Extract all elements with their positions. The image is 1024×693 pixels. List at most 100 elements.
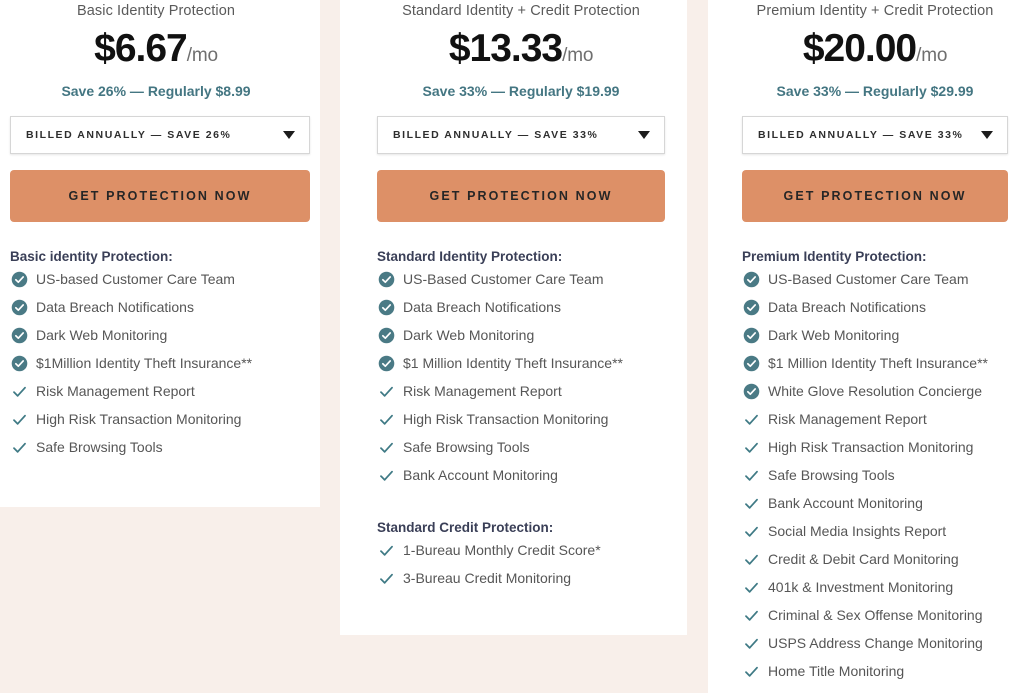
plan-card: Premium Identity + Credit Protection $20.… <box>708 0 1024 693</box>
plan-name: Premium Identity + Credit Protection <box>756 3 994 19</box>
check-icon <box>742 607 760 625</box>
feature-item: Dark Web Monitoring <box>742 322 1008 350</box>
plan-name: Basic Identity Protection <box>76 3 236 19</box>
feature-label: US-Based Customer Care Team <box>403 271 604 288</box>
check-icon <box>377 570 395 588</box>
check-circle-filled-icon <box>10 299 28 317</box>
check-circle-filled-icon <box>377 355 395 373</box>
check-icon <box>742 635 760 653</box>
feature-label: US-Based Customer Care Team <box>768 271 969 288</box>
feature-item: Data Breach Notifications <box>10 294 310 322</box>
cta-label: GET PROTECTION NOW <box>68 188 252 203</box>
billing-frequency-select[interactable]: BILLED ANNUALLY — SAVE 33% <box>377 115 665 154</box>
check-icon <box>742 523 760 541</box>
plan-card: Basic Identity Protection $6.67/mo Save 26… <box>0 0 320 507</box>
feature-label: 401k & Investment Monitoring <box>768 579 954 596</box>
feature-item: Data Breach Notifications <box>377 294 665 322</box>
feature-item: 1-Bureau Monthly Credit Score* <box>377 537 665 565</box>
plan-name: Standard Identity + Credit Protection <box>402 3 640 19</box>
billing-frequency-select[interactable]: BILLED ANNUALLY — SAVE 33% <box>742 115 1008 154</box>
save-note: Save 33% — Regularly $19.99 <box>422 82 620 99</box>
feature-item: Data Breach Notifications <box>742 294 1008 322</box>
billing-frequency-value: BILLED ANNUALLY — SAVE 26% <box>26 128 232 141</box>
feature-label: Risk Management Report <box>403 383 562 400</box>
price-amount: $13.33 <box>448 26 563 70</box>
check-circle-filled-icon <box>377 327 395 345</box>
feature-label: High Risk Transaction Monitoring <box>36 411 242 428</box>
check-icon <box>742 495 760 513</box>
check-icon <box>742 663 760 681</box>
feature-label: USPS Address Change Monitoring <box>768 635 983 652</box>
get-protection-now-button[interactable]: GET PROTECTION NOW <box>377 169 665 222</box>
feature-item: High Risk Transaction Monitoring <box>10 406 310 434</box>
feature-label: Dark Web Monitoring <box>768 327 900 344</box>
plan-price: $20.00/mo <box>742 27 1008 71</box>
feature-label: Risk Management Report <box>36 383 195 400</box>
feature-item: Risk Management Report <box>10 378 310 406</box>
check-icon <box>377 383 395 401</box>
feature-label: White Glove Resolution Concierge <box>768 383 982 400</box>
check-icon <box>377 411 395 429</box>
check-icon <box>10 439 28 457</box>
billing-frequency-select[interactable]: BILLED ANNUALLY — SAVE 26% <box>10 115 310 154</box>
feature-label: $1 Million Identity Theft Insurance** <box>768 355 988 372</box>
feature-item: High Risk Transaction Monitoring <box>377 406 665 434</box>
feature-label: Home Title Monitoring <box>768 663 905 680</box>
feature-label: $1Million Identity Theft Insurance** <box>36 355 253 372</box>
feature-label: Safe Browsing Tools <box>403 439 530 456</box>
get-protection-now-button[interactable]: GET PROTECTION NOW <box>742 169 1008 222</box>
check-circle-filled-icon <box>742 271 760 289</box>
save-note: Save 33% — Regularly $29.99 <box>776 82 974 99</box>
billing-frequency-value: BILLED ANNUALLY — SAVE 33% <box>393 128 599 141</box>
feature-item: Home Title Monitoring <box>742 658 1008 686</box>
feature-item: Dark Web Monitoring <box>377 322 665 350</box>
feature-item: White Glove Resolution Concierge <box>742 378 1008 406</box>
chevron-down-icon <box>283 130 295 139</box>
pricing-plans-container: Basic Identity Protection $6.67/mo Save 26… <box>0 0 1024 693</box>
plan-price: $13.33/mo <box>377 27 665 71</box>
feature-label: $1 Million Identity Theft Insurance** <box>403 355 623 372</box>
feature-item: USPS Address Change Monitoring <box>742 630 1008 658</box>
check-circle-filled-icon <box>377 271 395 289</box>
feature-item: Safe Browsing Tools <box>10 434 310 462</box>
chevron-down-icon <box>981 130 993 139</box>
price-period: /mo <box>186 44 218 66</box>
check-circle-filled-icon <box>742 383 760 401</box>
feature-item: US-Based Customer Care Team <box>742 266 1008 294</box>
feature-group-title: Premium Identity Protection: <box>742 248 927 264</box>
check-circle-filled-icon <box>377 299 395 317</box>
pricing-page: Basic Identity Protection $6.67/mo Save 26… <box>0 0 1024 693</box>
check-circle-filled-icon <box>10 327 28 345</box>
check-icon <box>742 467 760 485</box>
cta-label: GET PROTECTION NOW <box>429 188 613 203</box>
feature-label: Criminal & Sex Offense Monitoring <box>768 607 983 624</box>
feature-list: US-Based Customer Care Team Data Breach N… <box>377 266 665 490</box>
feature-list: 1-Bureau Monthly Credit Score* 3-Bureau C… <box>377 537 665 593</box>
feature-item: Bank Account Monitoring <box>742 490 1008 518</box>
save-note: Save 26% — Regularly $8.99 <box>61 82 251 99</box>
plan-card-inner: Premium Identity + Credit Protection $20.… <box>708 0 1024 686</box>
cta-label: GET PROTECTION NOW <box>783 188 967 203</box>
check-circle-filled-icon <box>742 299 760 317</box>
feature-item: 3-Bureau Credit Monitoring <box>377 565 665 593</box>
feature-label: High Risk Transaction Monitoring <box>768 439 974 456</box>
feature-item: High Risk Transaction Monitoring <box>742 434 1008 462</box>
check-icon <box>377 439 395 457</box>
check-icon <box>742 579 760 597</box>
check-icon <box>377 467 395 485</box>
feature-item: $1 Million Identity Theft Insurance** <box>377 350 665 378</box>
feature-group-title: Standard Credit Protection: <box>377 519 554 535</box>
price-amount: $6.67 <box>94 26 188 70</box>
feature-label: US-based Customer Care Team <box>36 271 235 288</box>
plan-card-inner: Basic Identity Protection $6.67/mo Save 26… <box>0 0 320 462</box>
check-icon <box>742 439 760 457</box>
check-icon <box>10 411 28 429</box>
get-protection-now-button[interactable]: GET PROTECTION NOW <box>10 169 310 222</box>
feature-group-title: Basic identity Protection: <box>10 248 173 264</box>
price-period: /mo <box>562 44 594 66</box>
feature-label: Dark Web Monitoring <box>403 327 535 344</box>
feature-item: Safe Browsing Tools <box>742 462 1008 490</box>
check-circle-filled-icon <box>10 271 28 289</box>
feature-list: US-based Customer Care Team Data Breach N… <box>10 266 310 462</box>
feature-item: Criminal & Sex Offense Monitoring <box>742 602 1008 630</box>
